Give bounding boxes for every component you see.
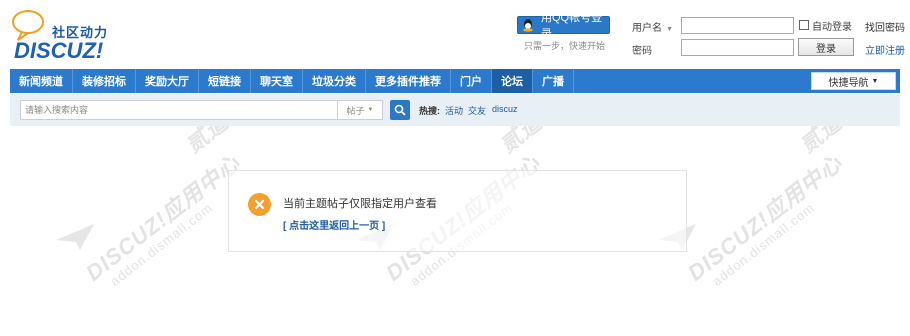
message-text: 当前主题帖子仅限指定用户查看 (283, 198, 437, 210)
quick-nav-button[interactable]: 快捷导航 ▼ (811, 72, 896, 90)
watermark-line2: addon.dismall.com (709, 199, 818, 289)
watermark-line1: DISCUZ!应用中心 (683, 150, 847, 286)
hot-link-discuz[interactable]: discuz (492, 104, 518, 114)
nav-item-broadcast[interactable]: 广播 (533, 69, 574, 93)
hot-link-dating[interactable]: 交友 (468, 104, 486, 117)
nav-item-more-plugins[interactable]: 更多插件推荐 (366, 69, 451, 93)
username-input[interactable] (681, 17, 794, 34)
search-bar: 请输入搜索内容 帖子 ▼ 热搜: 活动 交友 discuz (10, 94, 900, 126)
forgot-password-link[interactable]: 找回密码 (865, 19, 905, 34)
username-label[interactable]: 用户名 ▼ (632, 19, 673, 34)
search-input[interactable]: 请输入搜索内容 (20, 100, 338, 120)
nav-item-short-link[interactable]: 短链接 (199, 69, 251, 93)
hot-search-label: 热搜: (419, 106, 440, 116)
chevron-down-icon: ▼ (871, 77, 879, 85)
password-input[interactable] (681, 39, 794, 56)
chevron-down-icon: ▼ (666, 26, 673, 33)
header: 社区动力 DISCUZ! 用QQ帐号登录 只需一步，快速开始 用户名 ▼ 密码 自… (0, 0, 910, 68)
register-link[interactable]: 立即注册 (865, 42, 905, 57)
search-icon (394, 104, 406, 116)
search-type-select[interactable]: 帖子 ▼ (338, 100, 383, 120)
search-type-label: 帖子 (346, 105, 365, 116)
auto-login-checkbox[interactable] (799, 20, 809, 30)
nav-item-portal[interactable]: 门户 (451, 69, 492, 93)
watermark-arrow-icon (56, 224, 94, 250)
back-link[interactable]: [ 点击这里返回上一页 ] (283, 217, 385, 232)
nav-item-garbage-sorting[interactable]: 垃圾分类 (303, 69, 366, 93)
nav-item-decoration-bidding[interactable]: 装修招标 (73, 69, 136, 93)
login-button[interactable]: 登录 (798, 38, 854, 56)
qq-login-label: 用QQ帐号登录 (540, 12, 603, 40)
warning-icon (248, 193, 271, 216)
watermark-line1: DISCUZ!应用中心 (81, 150, 245, 286)
message-box: 当前主题帖子仅限指定用户查看 [ 点击这里返回上一页 ] (228, 170, 687, 252)
watermark: DISCUZ!应用中心 addon.dismall.com (680, 146, 856, 297)
qq-icon (520, 17, 537, 33)
logo[interactable]: 社区动力 DISCUZ! (8, 8, 118, 63)
main-nav: 新闻频道 装修招标 奖励大厅 短链接 聊天室 垃圾分类 更多插件推荐 门户 论坛… (10, 69, 900, 93)
nav-item-chat-room[interactable]: 聊天室 (251, 69, 303, 93)
quick-nav-label: 快捷导航 (828, 77, 869, 89)
search-button[interactable] (390, 100, 410, 120)
qq-login-button[interactable]: 用QQ帐号登录 (517, 12, 610, 40)
auto-login-label: 自动登录 (812, 22, 852, 33)
logo-en: DISCUZ! (14, 38, 104, 63)
qq-hint: 只需一步，快速开始 (524, 41, 606, 51)
nav-item-news[interactable]: 新闻频道 (10, 69, 73, 93)
nav-item-rewards[interactable]: 奖励大厅 (136, 69, 199, 93)
logo-bubble-icon (12, 10, 44, 41)
nav-item-forum[interactable]: 论坛 (492, 69, 533, 93)
hot-link-activity[interactable]: 活动 (445, 104, 463, 117)
chevron-down-icon: ▼ (367, 107, 374, 113)
password-label: 密码 (632, 46, 652, 57)
